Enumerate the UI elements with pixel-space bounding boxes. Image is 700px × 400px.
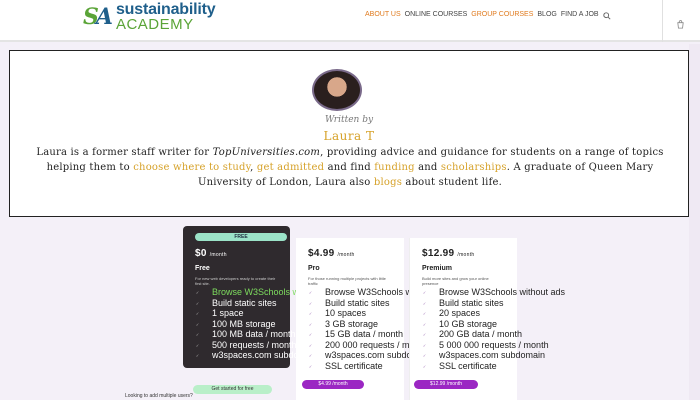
author-bio: Laura is a former staff writer for TopUn… [36, 147, 664, 188]
check-icon: ✓ [308, 290, 313, 295]
pricing-card-free: FREE $0/month Free For new web developer… [183, 226, 326, 368]
tier-name-free: Free [195, 265, 210, 272]
nav-group-courses[interactable]: GROUP COURSES [471, 11, 533, 18]
logo-line-1: sustainability [115, 1, 216, 18]
price-free: $0/month [195, 248, 227, 259]
tier-description-pro: For those running multiple projects with… [308, 276, 386, 286]
nav-blog[interactable]: BLOG [537, 11, 556, 18]
check-icon: ✓ [308, 353, 313, 358]
price-pro: $4.99/month [308, 248, 355, 259]
check-icon: ✓ [422, 311, 427, 316]
sustainability-academy-logo[interactable]: SA sustainability ACADEMY [83, 1, 216, 33]
check-icon: ✓ [422, 363, 427, 369]
logo-text: sustainability ACADEMY [115, 1, 216, 33]
author-name[interactable]: Laura T [10, 129, 688, 143]
tier-name-premium: Premium [422, 265, 452, 272]
cta-button-pro[interactable]: $4.99 /month [302, 380, 364, 389]
nav-find-a-job[interactable]: FIND A JOB [561, 11, 599, 18]
cart-icon[interactable] [676, 20, 685, 29]
check-icon: ✓ [422, 300, 427, 306]
logo-line-2: ACADEMY [115, 16, 194, 33]
check-icon: ✓ [422, 290, 427, 295]
check-icon: ✓ [308, 321, 313, 327]
tier-name-pro: Pro [308, 265, 320, 272]
nav-online-courses[interactable]: ONLINE COURSES [405, 11, 468, 18]
page-edge-strip [689, 44, 700, 400]
check-icon: ✓ [195, 332, 200, 337]
search-icon[interactable] [603, 12, 611, 20]
check-icon: ✓ [195, 321, 200, 327]
check-icon: ✓ [422, 353, 427, 358]
link-scholarships[interactable]: scholarships [441, 162, 507, 173]
link-get-admitted[interactable]: get admitted [257, 162, 324, 173]
tier-description-free: For new web developers ready to create t… [195, 276, 276, 286]
check-icon: ✓ [308, 363, 313, 369]
check-icon: ✓ [308, 332, 313, 337]
cta-button-free[interactable]: Get started for free [193, 385, 272, 394]
pricing-card-premium: $12.99/month Premium Build more sites an… [409, 238, 565, 400]
check-icon: ✓ [308, 311, 313, 316]
feature-item: ✓ SSL certificate [422, 360, 497, 371]
check-icon: ✓ [195, 300, 200, 306]
check-icon: ✓ [195, 311, 200, 316]
link-funding[interactable]: funding [374, 162, 414, 173]
author-bio-box: Written by Laura T Laura is a former sta… [9, 50, 689, 217]
free-badge: FREE [195, 233, 287, 241]
pricing-card-pro: $4.99/month Pro For those running multip… [296, 238, 451, 400]
check-icon: ✓ [195, 342, 200, 348]
link-choose-where-to-study[interactable]: choose where to study [133, 162, 250, 173]
pricing-section: FREE $0/month Free For new web developer… [183, 226, 565, 400]
header-divider [662, 0, 663, 42]
link-blogs[interactable]: blogs [374, 177, 402, 188]
site-header: SA sustainability ACADEMY ABOUT US ONLIN… [0, 0, 700, 42]
nav-about-us[interactable]: ABOUT US [365, 11, 401, 18]
tier-description-premium: Build more sites and grow your online pr… [422, 276, 489, 286]
multiple-users-link[interactable]: Looking to add multiple users? [125, 393, 193, 399]
main-nav: ABOUT US ONLINE COURSES GROUP COURSES BL… [365, 11, 599, 18]
check-icon: ✓ [308, 342, 313, 348]
check-icon: ✓ [422, 321, 427, 327]
check-icon: ✓ [195, 290, 200, 295]
check-icon: ✓ [308, 300, 313, 306]
bio-site-name: TopUniversities.com [212, 147, 321, 158]
check-icon: ✓ [422, 342, 427, 348]
written-by-label: Written by [324, 115, 374, 125]
check-icon: ✓ [422, 332, 427, 337]
check-icon: ✓ [195, 353, 200, 358]
cta-button-premium[interactable]: $12.99 /month [414, 380, 478, 389]
author-avatar [312, 69, 362, 111]
logo-mark: SA [83, 4, 113, 30]
price-premium: $12.99/month [422, 248, 475, 259]
feature-list-premium: ✓ Browse W3Schools without ads ✓ Build sta… [422, 288, 565, 373]
